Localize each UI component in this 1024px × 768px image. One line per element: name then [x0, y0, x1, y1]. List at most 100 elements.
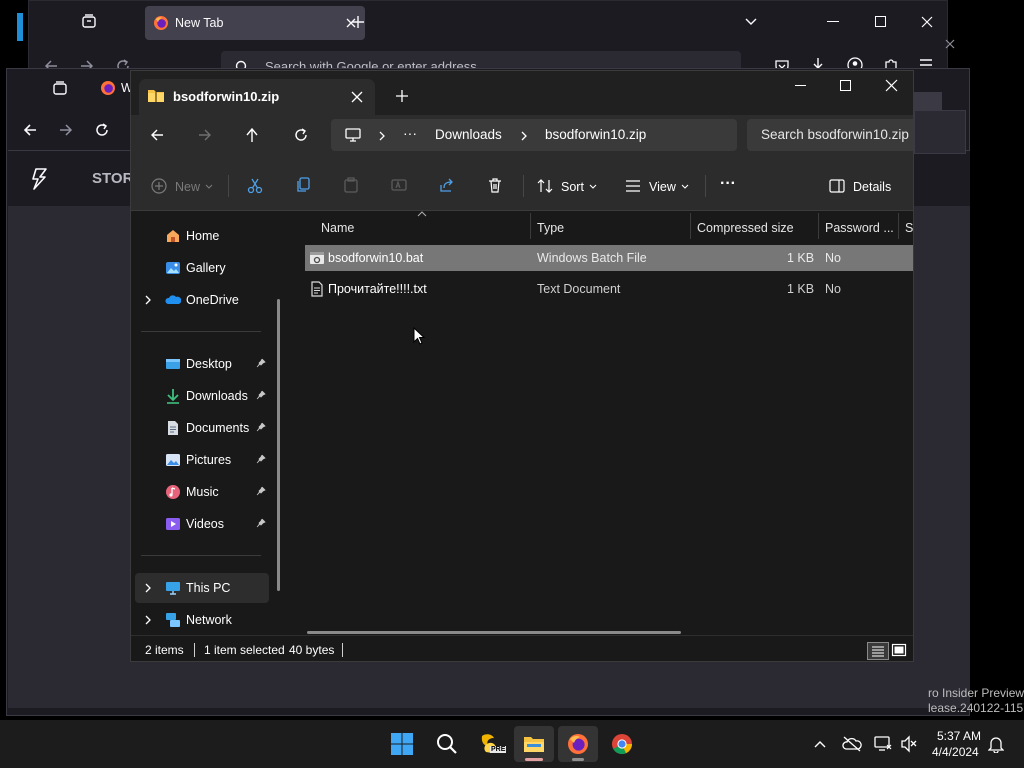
- clock-date[interactable]: 4/4/2024: [932, 745, 979, 759]
- nav-item-desktop[interactable]: Desktop: [135, 349, 269, 379]
- new-button[interactable]: New: [175, 180, 200, 194]
- reload-icon[interactable]: [94, 122, 110, 138]
- back-icon[interactable]: [149, 128, 165, 142]
- maximize-icon[interactable]: [875, 16, 886, 27]
- forward-icon[interactable]: [58, 123, 74, 137]
- breadcrumb-zip[interactable]: bsodforwin10.zip: [545, 127, 646, 142]
- file-explorer-button[interactable]: [514, 726, 554, 762]
- beta-app-button[interactable]: PRE: [470, 726, 510, 762]
- breadcrumb-downloads[interactable]: Downloads: [435, 127, 502, 142]
- pin-icon[interactable]: [256, 518, 266, 528]
- search-placeholder: Search bsodforwin10.zip: [761, 127, 909, 142]
- tab-overview-icon[interactable]: [81, 13, 97, 29]
- chrome-button[interactable]: [602, 726, 642, 762]
- column-header-name[interactable]: Name: [321, 221, 354, 235]
- up-icon[interactable]: [245, 127, 259, 143]
- table-row[interactable]: Прочитайте!!!!.txt Text Document 1 KB No: [305, 276, 913, 302]
- explorer-tab[interactable]: bsodforwin10.zip: [139, 79, 375, 115]
- nav-item-network[interactable]: Network: [135, 605, 269, 635]
- show-hidden-icons-icon[interactable]: [814, 740, 826, 748]
- nav-item-downloads[interactable]: Downloads: [135, 381, 269, 411]
- column-header-compressed-size[interactable]: Compressed size: [697, 221, 794, 235]
- sidebar-close-icon[interactable]: [945, 39, 955, 49]
- nav-item-documents[interactable]: Documents: [135, 413, 269, 443]
- minimize-icon[interactable]: [827, 21, 839, 22]
- volume-muted-icon[interactable]: [900, 735, 918, 753]
- pin-icon[interactable]: [256, 454, 266, 464]
- table-row[interactable]: bsodforwin10.bat Windows Batch File 1 KB…: [305, 245, 913, 271]
- details-view-icon[interactable]: [867, 642, 889, 660]
- close-tab-icon[interactable]: [351, 91, 363, 103]
- cut-icon[interactable]: [247, 178, 263, 194]
- column-header-password[interactable]: Password ...: [825, 221, 894, 235]
- side-panel: [914, 110, 966, 154]
- column-divider[interactable]: [898, 213, 899, 239]
- nav-item-this-pc[interactable]: This PC: [135, 573, 269, 603]
- sort-up-icon: [417, 211, 427, 217]
- pin-icon[interactable]: [256, 486, 266, 496]
- nav-item-videos[interactable]: Videos: [135, 509, 269, 539]
- new-tab-icon[interactable]: [351, 15, 365, 29]
- large-icons-view-icon[interactable]: [891, 642, 907, 658]
- delete-icon[interactable]: [487, 177, 503, 193]
- maximize-icon[interactable]: [840, 80, 851, 91]
- nav-item-gallery[interactable]: Gallery: [135, 253, 269, 283]
- refresh-icon[interactable]: [293, 127, 309, 143]
- search-button[interactable]: [426, 726, 466, 762]
- site-nav-store[interactable]: STOR: [92, 170, 133, 187]
- copy-icon[interactable]: [295, 177, 311, 193]
- back-icon[interactable]: [22, 123, 38, 137]
- chevron-right-icon[interactable]: [379, 131, 385, 141]
- column-divider[interactable]: [690, 213, 691, 239]
- chrome-icon: [611, 733, 633, 755]
- nav-item-onedrive[interactable]: OneDrive: [135, 285, 269, 315]
- start-button[interactable]: [382, 726, 422, 762]
- running-indicator: [572, 758, 584, 761]
- address-bar[interactable]: ··· Downloads bsodforwin10.zip: [331, 119, 737, 151]
- column-header-size[interactable]: Si: [905, 221, 913, 235]
- close-window-icon[interactable]: [885, 79, 898, 92]
- network-status-icon[interactable]: [874, 735, 892, 753]
- chevron-right-icon[interactable]: [145, 295, 151, 305]
- search-box[interactable]: Search bsodforwin10.zip: [747, 119, 913, 151]
- text-file-icon: [309, 281, 325, 297]
- nav-item-home[interactable]: Home: [135, 221, 269, 251]
- nav-scrollbar[interactable]: [277, 299, 280, 591]
- pin-icon[interactable]: [256, 390, 266, 400]
- view-button[interactable]: View: [649, 180, 676, 194]
- file-explorer-window[interactable]: bsodforwin10.zip ··· Downloads bsodforwi…: [130, 70, 914, 662]
- column-divider[interactable]: [530, 213, 531, 239]
- forward-icon[interactable]: [197, 128, 213, 142]
- clock-time[interactable]: 5:37 AM: [937, 729, 981, 743]
- nav-item-music[interactable]: Music: [135, 477, 269, 507]
- pin-icon[interactable]: [256, 358, 266, 368]
- status-divider: [194, 643, 195, 657]
- share-icon[interactable]: [439, 177, 455, 193]
- paste-icon[interactable]: [343, 177, 359, 193]
- pin-icon[interactable]: [256, 422, 266, 432]
- see-more-button[interactable]: ···: [720, 175, 736, 193]
- list-tabs-icon[interactable]: [745, 17, 757, 27]
- column-divider[interactable]: [818, 213, 819, 239]
- site-logo-icon[interactable]: [30, 168, 50, 190]
- tab-new-tab[interactable]: New Tab: [145, 6, 365, 40]
- chevron-right-icon[interactable]: [145, 583, 151, 593]
- pictures-icon: [165, 452, 181, 468]
- horizontal-scrollbar[interactable]: [307, 631, 681, 634]
- sort-button[interactable]: Sort: [561, 180, 584, 194]
- notifications-icon[interactable]: [988, 735, 1004, 753]
- close-window-icon[interactable]: [921, 16, 933, 28]
- firefox-button[interactable]: [558, 726, 598, 762]
- chevron-right-icon[interactable]: [521, 131, 527, 141]
- breadcrumb-more[interactable]: ···: [403, 125, 417, 141]
- details-button[interactable]: Details: [853, 180, 891, 194]
- new-icon: [151, 178, 167, 194]
- minimize-icon[interactable]: [795, 85, 806, 86]
- nav-item-pictures[interactable]: Pictures: [135, 445, 269, 475]
- column-header-type[interactable]: Type: [537, 221, 564, 235]
- onedrive-offline-icon[interactable]: [842, 736, 862, 752]
- new-tab-icon[interactable]: [395, 89, 409, 103]
- tab-overview-icon[interactable]: [52, 80, 68, 96]
- chevron-right-icon[interactable]: [145, 615, 151, 625]
- rename-icon[interactable]: [391, 177, 407, 193]
